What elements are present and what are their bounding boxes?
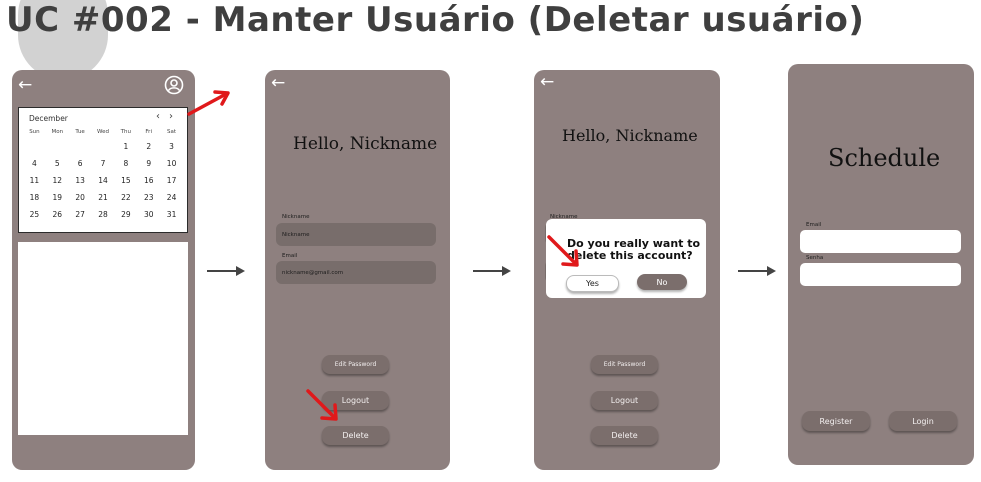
calendar-day[interactable]: 22: [114, 192, 137, 204]
page-title: UC #002 - Manter Usuário (Deletar usuári…: [6, 0, 865, 40]
screen-login: Schedule Email Senha Register Login: [788, 64, 974, 465]
calendar-day[interactable]: 16: [137, 175, 160, 187]
calendar-day[interactable]: 12: [46, 175, 69, 187]
app-title: Schedule: [828, 144, 941, 172]
greeting-heading: Hello, Nickname: [562, 126, 698, 145]
weekday-label: Fri: [145, 129, 152, 135]
email-field[interactable]: nickname@gmail.com: [276, 261, 436, 284]
senha-label: Senha: [806, 255, 824, 261]
content-panel: [18, 242, 188, 435]
calendar-day[interactable]: 4: [23, 158, 46, 170]
calendar-day[interactable]: 18: [23, 192, 46, 204]
register-button[interactable]: Register: [802, 411, 870, 431]
calendar-day[interactable]: 1: [114, 141, 137, 153]
profile-icon[interactable]: [164, 75, 184, 95]
calendar-day[interactable]: 15: [114, 175, 137, 187]
calendar-day: [46, 141, 69, 153]
calendar-day[interactable]: 10: [160, 158, 183, 170]
flow-arrow-icon: [473, 266, 511, 276]
greeting-heading: Hello, Nickname: [293, 134, 438, 154]
calendar-day[interactable]: 13: [69, 175, 92, 187]
calendar-day[interactable]: 8: [114, 158, 137, 170]
email-input[interactable]: [800, 230, 961, 253]
flow-arrow-icon: [207, 266, 245, 276]
calendar-day[interactable]: 14: [92, 175, 115, 187]
calendar-day[interactable]: 6: [69, 158, 92, 170]
calendar-day[interactable]: 24: [160, 192, 183, 204]
calendar: December ‹ › Sun Mon Tue Wed Thu Fri Sat…: [18, 107, 188, 233]
weekday-label: Wed: [96, 129, 109, 135]
annotation-arrow-icon: [306, 389, 338, 421]
dialog-message-line1: Do you really want to: [567, 237, 701, 250]
senha-input[interactable]: [800, 263, 961, 286]
calendar-day[interactable]: 28: [92, 209, 115, 221]
screen-calendar: ← December ‹ › Sun Mon Tue Wed Thu Fri S…: [12, 70, 195, 470]
chevron-right-icon[interactable]: ›: [169, 111, 173, 122]
chevron-left-icon[interactable]: ‹: [156, 111, 160, 122]
weekday-label: Sun: [29, 129, 40, 135]
calendar-day: [92, 141, 115, 153]
calendar-day[interactable]: 19: [46, 192, 69, 204]
weekday-label: Tue: [75, 129, 85, 135]
calendar-day[interactable]: 29: [114, 209, 137, 221]
back-arrow-icon[interactable]: ←: [18, 77, 32, 94]
nickname-value: Nickname: [282, 231, 310, 238]
flow-arrow-icon: [738, 266, 776, 276]
calendar-day[interactable]: 31: [160, 209, 183, 221]
delete-button[interactable]: Delete: [322, 426, 389, 445]
edit-password-button[interactable]: Edit Password: [591, 355, 658, 374]
email-value: nickname@gmail.com: [282, 269, 344, 276]
calendar-day[interactable]: 21: [92, 192, 115, 204]
edit-password-button[interactable]: Edit Password: [322, 355, 389, 374]
calendar-day[interactable]: 26: [46, 209, 69, 221]
dialog-message-line2: delete this account?: [567, 249, 693, 262]
calendar-day[interactable]: 23: [137, 192, 160, 204]
screen-delete-confirm: ← Hello, Nickname Nickname Do you really…: [534, 70, 720, 470]
calendar-day[interactable]: 7: [92, 158, 115, 170]
yes-button[interactable]: Yes: [566, 275, 619, 292]
weekday-label: Mon: [51, 129, 64, 135]
calendar-day[interactable]: 30: [137, 209, 160, 221]
calendar-day: [23, 141, 46, 153]
calendar-day: [69, 141, 92, 153]
email-label: Email: [282, 253, 298, 259]
back-arrow-icon[interactable]: ←: [540, 74, 554, 91]
logout-button[interactable]: Logout: [591, 391, 658, 410]
calendar-day[interactable]: 3: [160, 141, 183, 153]
calendar-day[interactable]: 9: [137, 158, 160, 170]
calendar-day[interactable]: 2: [137, 141, 160, 153]
delete-button[interactable]: Delete: [591, 426, 658, 445]
calendar-month: December: [29, 114, 68, 123]
email-label: Email: [806, 222, 822, 228]
calendar-day[interactable]: 20: [69, 192, 92, 204]
calendar-day[interactable]: 27: [69, 209, 92, 221]
nickname-label: Nickname: [282, 214, 310, 220]
annotation-arrow-icon: [547, 235, 579, 267]
nickname-field[interactable]: Nickname: [276, 223, 436, 246]
calendar-day[interactable]: 17: [160, 175, 183, 187]
screen-profile: ← Hello, Nickname Nickname Nickname Emai…: [265, 70, 450, 470]
no-button[interactable]: No: [637, 274, 687, 290]
annotation-arrow-icon: [187, 90, 230, 116]
weekday-label: Sat: [167, 129, 177, 135]
calendar-day[interactable]: 5: [46, 158, 69, 170]
calendar-day[interactable]: 25: [23, 209, 46, 221]
calendar-grid: Sun Mon Tue Wed Thu Fri Sat 1 2 3 4 5 6 …: [23, 128, 183, 221]
login-button[interactable]: Login: [889, 411, 957, 431]
back-arrow-icon[interactable]: ←: [271, 75, 285, 92]
calendar-day[interactable]: 11: [23, 175, 46, 187]
weekday-label: Thu: [120, 129, 132, 135]
